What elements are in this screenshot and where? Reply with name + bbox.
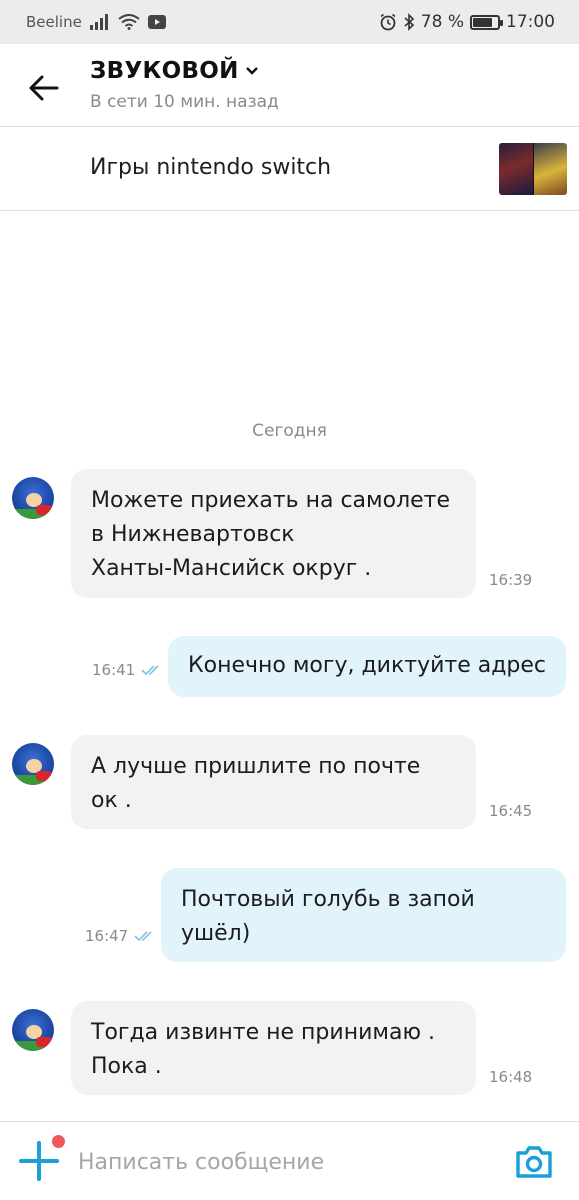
- incoming-message[interactable]: Можете приехать на самолете в Нижневарто…: [71, 469, 532, 598]
- outgoing-message[interactable]: Почтовый голубь в запой ушёл): [161, 868, 566, 962]
- avatar[interactable]: [12, 1009, 54, 1051]
- message-composer: [0, 1121, 579, 1200]
- alarm-icon: [380, 13, 396, 31]
- message-meta: 16:47: [85, 927, 156, 945]
- notification-dot: [52, 1135, 65, 1148]
- signal-icon: [89, 14, 108, 30]
- bluetooth-icon: [404, 13, 414, 31]
- message-text: А лучше пришлите по почте ок .: [91, 754, 421, 813]
- chat-header: ЗВУКОВОЙ В сети 10 мин. назад: [0, 44, 579, 127]
- message-input[interactable]: [78, 1144, 498, 1180]
- message-meta: 16:41: [92, 661, 163, 679]
- arrow-left-icon: [29, 75, 59, 101]
- message-time: 16:41: [92, 661, 136, 679]
- carrier-name: Beeline: [26, 13, 82, 31]
- back-button[interactable]: [26, 70, 62, 106]
- youtube-icon: [147, 15, 166, 29]
- status-bar: Beeline 78 % 17:00: [0, 0, 579, 44]
- contact-name-dropdown[interactable]: ЗВУКОВОЙ: [90, 58, 259, 84]
- message-time: 16:39: [489, 571, 533, 589]
- message-text: Конечно могу, диктуйте адрес: [188, 653, 547, 678]
- double-check-icon: [134, 931, 152, 942]
- incoming-message[interactable]: А лучше пришлите по почте ок . 16:45: [71, 735, 532, 829]
- contact-status: В сети 10 мин. назад: [90, 92, 279, 112]
- battery-icon: [470, 14, 503, 30]
- contact-name: ЗВУКОВОЙ: [90, 58, 239, 84]
- listing-title: Игры nintendo switch: [90, 155, 332, 180]
- message-text: Тогда извинте не принимаю . Пока .: [91, 1020, 435, 1079]
- listing-thumbnail: [499, 143, 567, 195]
- message-time: 16:47: [85, 927, 129, 945]
- camera-button[interactable]: [514, 1144, 554, 1180]
- date-separator: Сегодня: [252, 421, 327, 441]
- avatar[interactable]: [12, 477, 54, 519]
- listing-preview[interactable]: Игры nintendo switch: [0, 127, 579, 211]
- camera-icon: [516, 1146, 552, 1178]
- outgoing-message[interactable]: Конечно могу, диктуйте адрес: [168, 636, 566, 697]
- battery-percent: 78 %: [420, 12, 464, 32]
- incoming-message[interactable]: Тогда извинте не принимаю . Пока . 16:48: [71, 1001, 532, 1095]
- message-time: 16:48: [489, 1068, 533, 1086]
- message-text: Можете приехать на самолете в Нижневарто…: [91, 488, 451, 581]
- wifi-icon: [118, 14, 140, 30]
- message-text: Почтовый голубь в запой ушёл): [181, 887, 475, 946]
- avatar[interactable]: [12, 743, 54, 785]
- chevron-down-icon: [245, 67, 258, 75]
- clock: 17:00: [506, 12, 555, 32]
- double-check-icon: [141, 665, 159, 676]
- message-time: 16:45: [489, 802, 533, 820]
